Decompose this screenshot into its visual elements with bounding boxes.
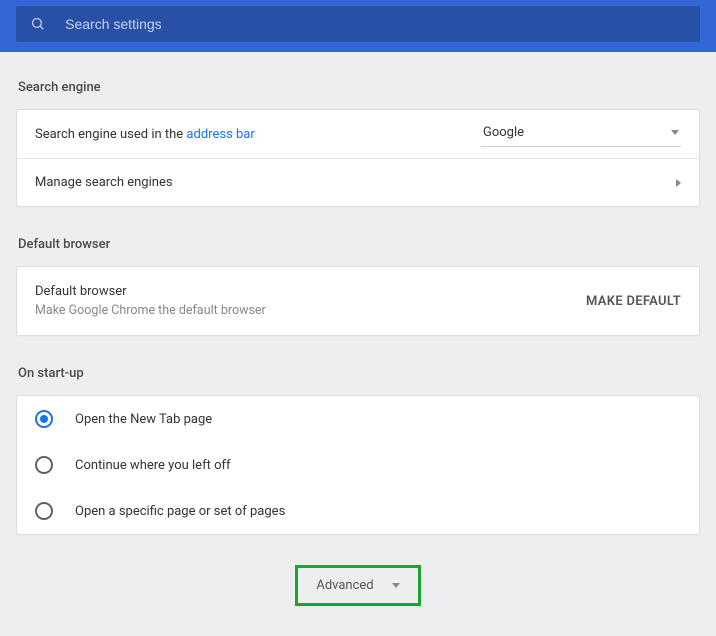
caret-down-icon: [671, 130, 679, 135]
panel-default-browser: Default browser Make Google Chrome the d…: [16, 266, 700, 336]
settings-content: Search engine Search engine used in the …: [0, 52, 716, 636]
search-engine-selected: Google: [483, 125, 524, 140]
section-title-search-engine: Search engine: [18, 80, 700, 95]
search-icon: [30, 16, 45, 32]
manage-search-engines-label: Manage search engines: [35, 175, 676, 190]
advanced-button[interactable]: Advanced: [295, 565, 420, 606]
row-search-engine-used: Search engine used in the address bar Go…: [17, 110, 699, 158]
default-browser-heading: Default browser: [35, 284, 566, 299]
caret-down-icon: [392, 583, 400, 588]
search-engine-select[interactable]: Google: [481, 121, 681, 147]
address-bar-link[interactable]: address bar: [186, 127, 254, 142]
radio-icon[interactable]: [35, 410, 53, 428]
panel-search-engine: Search engine used in the address bar Go…: [16, 109, 700, 207]
chevron-right-icon: [676, 179, 681, 187]
startup-option-continue[interactable]: Continue where you left off: [17, 442, 699, 488]
section-title-default-browser: Default browser: [18, 237, 700, 252]
section-title-startup: On start-up: [18, 366, 700, 381]
row-default-browser: Default browser Make Google Chrome the d…: [17, 267, 699, 335]
advanced-section: Advanced: [16, 565, 700, 606]
search-engine-used-label: Search engine used in the address bar: [35, 127, 481, 142]
startup-option-new-tab[interactable]: Open the New Tab page: [17, 396, 699, 442]
search-settings-input[interactable]: [65, 16, 686, 32]
search-settings-field[interactable]: [16, 6, 700, 42]
radio-icon[interactable]: [35, 456, 53, 474]
startup-option-specific-pages[interactable]: Open a specific page or set of pages: [17, 488, 699, 534]
default-browser-sub: Make Google Chrome the default browser: [35, 303, 566, 318]
panel-startup: Open the New Tab page Continue where you…: [16, 395, 700, 535]
make-default-button[interactable]: MAKE DEFAULT: [586, 294, 681, 309]
header-bar: [0, 0, 716, 52]
radio-icon[interactable]: [35, 502, 53, 520]
row-manage-search-engines[interactable]: Manage search engines: [17, 158, 699, 206]
